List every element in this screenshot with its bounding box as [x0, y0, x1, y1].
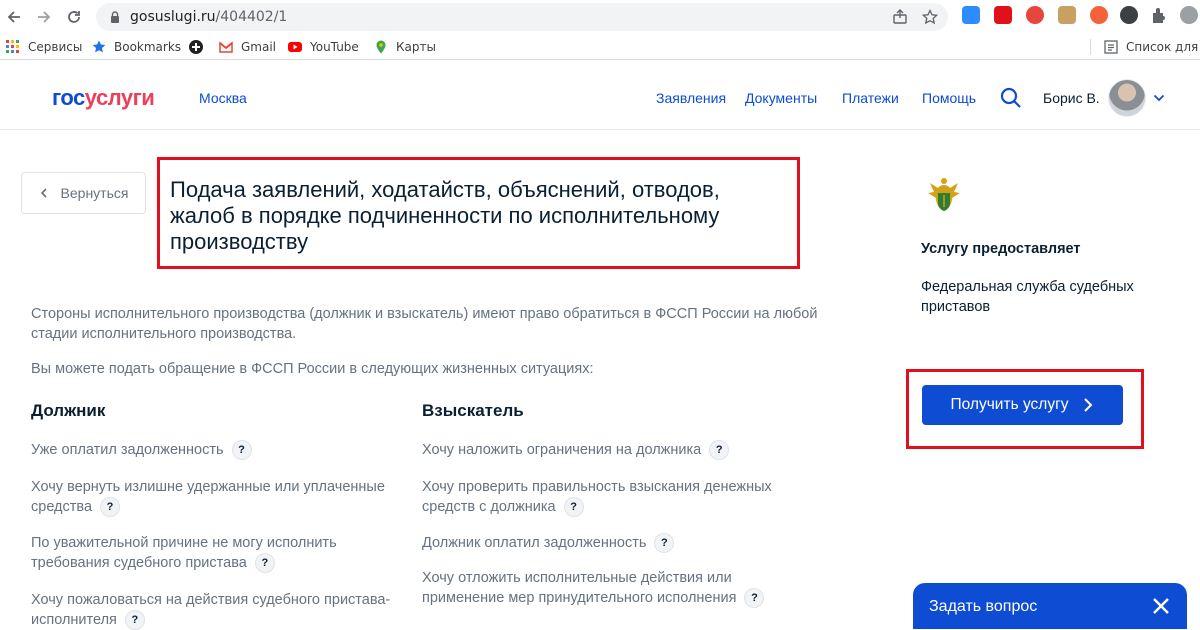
- help-question-icon[interactable]: ?: [709, 440, 730, 461]
- bookmarks-divider: [1090, 39, 1091, 55]
- user-avatar[interactable]: [1108, 79, 1146, 117]
- url-text: gosuslugi.ru/404402/1: [130, 9, 287, 25]
- help-question-icon[interactable]: ?: [100, 497, 121, 518]
- bookmark-services[interactable]: Сервисы: [6, 39, 82, 55]
- creditor-heading: Взыскатель: [422, 401, 524, 420]
- bookmark-label: Gmail: [241, 40, 277, 54]
- target-ext-icon[interactable]: [1120, 6, 1138, 24]
- reading-list-icon: [1104, 40, 1118, 54]
- site-header: госуслуги Москва Заявления Документы Пла…: [0, 66, 1200, 130]
- zoom-ext-icon[interactable]: [962, 6, 980, 24]
- logo-part-uslugi: услуги: [84, 85, 155, 110]
- situation-text: Хочу отложить исполнительные действия ил…: [422, 570, 737, 606]
- gosuslugi-logo[interactable]: госуслуги: [52, 85, 155, 111]
- close-icon[interactable]: [1151, 596, 1171, 616]
- nav-documents[interactable]: Документы: [745, 90, 817, 106]
- nav-payments[interactable]: Платежи: [842, 90, 899, 106]
- situation-item[interactable]: Хочу пожаловаться на действия судебного …: [31, 590, 411, 630]
- chevron-right-icon: [1084, 398, 1093, 412]
- bookmark-bookmarks[interactable]: Bookmarks: [92, 39, 181, 55]
- star-icon: [92, 40, 106, 53]
- bookmark-label: YouTube: [310, 40, 359, 54]
- apps-grid-icon: [6, 40, 19, 53]
- bookmark-star-icon[interactable]: [922, 9, 938, 25]
- situation-item[interactable]: Должник оплатил задолженность?: [422, 533, 822, 554]
- bookmark-unnamed[interactable]: [189, 39, 211, 55]
- debtor-heading: Должник: [31, 401, 106, 420]
- chevron-down-icon[interactable]: [1153, 92, 1165, 104]
- situation-text: Хочу наложить ограничения на должника: [422, 442, 702, 458]
- profile-avatar-icon[interactable]: [1180, 6, 1198, 24]
- nav-help[interactable]: Помощь: [922, 90, 976, 106]
- nav-applications[interactable]: Заявления: [656, 90, 726, 106]
- help-question-icon[interactable]: ?: [563, 497, 584, 518]
- address-bar[interactable]: gosuslugi.ru/404402/1: [96, 3, 948, 31]
- user-name[interactable]: Борис В.: [1043, 90, 1100, 106]
- url-path: /404402/1: [215, 9, 288, 25]
- get-service-button[interactable]: Получить услугу: [922, 385, 1123, 425]
- forward-arrow-icon[interactable]: [34, 7, 54, 27]
- situations-lead: Вы можете подать обращение в ФССП России…: [31, 361, 594, 377]
- page-title: Подача заявлений, ходатайств, объяснений…: [170, 177, 720, 254]
- help-question-icon[interactable]: ?: [654, 533, 675, 554]
- situation-text: Хочу пожаловаться на действия судебного …: [31, 592, 391, 628]
- character-ext-icon[interactable]: [1058, 6, 1076, 24]
- chevron-left-icon: [40, 188, 47, 198]
- reading-list[interactable]: Список для чт: [1104, 39, 1200, 55]
- circle-plus-icon: [189, 40, 203, 54]
- lock-icon: [111, 11, 119, 23]
- fssp-emblem-icon: [928, 178, 960, 211]
- help-question-icon[interactable]: ?: [254, 553, 275, 574]
- situation-text: Хочу вернуть излишне удержанные или упла…: [31, 479, 385, 515]
- situation-text: Хочу проверить правильность взыскания де…: [422, 479, 772, 515]
- gmail-icon: [219, 41, 233, 53]
- search-icon[interactable]: [999, 86, 1023, 110]
- title-highlight-box: Подача заявлений, ходатайств, объяснений…: [157, 157, 800, 269]
- help-question-icon[interactable]: ?: [744, 588, 765, 609]
- youtube-icon: [288, 42, 302, 52]
- bookmark-label: Bookmarks: [114, 40, 182, 54]
- puzzle-icon[interactable]: [1150, 6, 1168, 24]
- bookmark-label: Сервисы: [28, 40, 83, 54]
- provider-label: Услугу предоставляет: [921, 241, 1081, 257]
- get-service-label: Получить услугу: [950, 396, 1069, 413]
- intro-paragraph: Стороны исполнительного производства (до…: [31, 306, 818, 342]
- red-ext-icon[interactable]: [994, 6, 1012, 24]
- bookmark-maps[interactable]: Карты: [374, 39, 436, 55]
- ask-question-label: Задать вопрос: [929, 598, 1038, 615]
- logo-part-gos: гос: [52, 85, 85, 110]
- situation-item[interactable]: Хочу наложить ограничения на должника?: [422, 440, 822, 461]
- situation-item[interactable]: Хочу отложить исполнительные действия ил…: [422, 568, 792, 609]
- help-question-icon[interactable]: ?: [124, 610, 145, 630]
- situation-item[interactable]: Уже оплатил задолженность?: [31, 440, 401, 461]
- back-arrow-icon[interactable]: [4, 7, 24, 27]
- situation-item[interactable]: Хочу вернуть излишне удержанные или упла…: [31, 477, 401, 518]
- brave-ext-icon[interactable]: [1090, 6, 1108, 24]
- bookmarks-bar: Сервисы Bookmarks Gmail YouTube Карты Сп…: [0, 34, 1200, 60]
- city-selector[interactable]: Москва: [199, 90, 247, 106]
- ask-question-widget[interactable]: Задать вопрос: [913, 583, 1187, 629]
- back-button[interactable]: Вернуться: [21, 172, 146, 214]
- situation-text: По уважительной причине не могу исполнит…: [31, 535, 337, 571]
- help-question-icon[interactable]: ?: [231, 440, 252, 461]
- maps-pin-icon: [376, 40, 386, 54]
- bookmark-youtube[interactable]: YouTube: [288, 39, 359, 55]
- situation-item[interactable]: По уважительной причине не могу исполнит…: [31, 533, 371, 574]
- reload-icon[interactable]: [64, 7, 84, 27]
- reading-list-label: Список для чт: [1126, 40, 1200, 54]
- bookmark-label: Карты: [396, 40, 436, 54]
- url-host: gosuslugi.ru: [130, 9, 216, 25]
- share-icon[interactable]: [892, 9, 908, 25]
- browser-toolbar: gosuslugi.ru/404402/1: [0, 0, 1200, 34]
- provider-name: Федеральная служба судебных приставов: [921, 279, 1134, 315]
- situation-text: Должник оплатил задолженность: [422, 535, 647, 551]
- back-label: Вернуться: [60, 185, 129, 201]
- bookmark-gmail[interactable]: Gmail: [219, 39, 276, 55]
- situation-text: Уже оплатил задолженность: [31, 442, 224, 458]
- record-ext-icon[interactable]: [1026, 6, 1044, 24]
- situation-item[interactable]: Хочу проверить правильность взыскания де…: [422, 477, 792, 518]
